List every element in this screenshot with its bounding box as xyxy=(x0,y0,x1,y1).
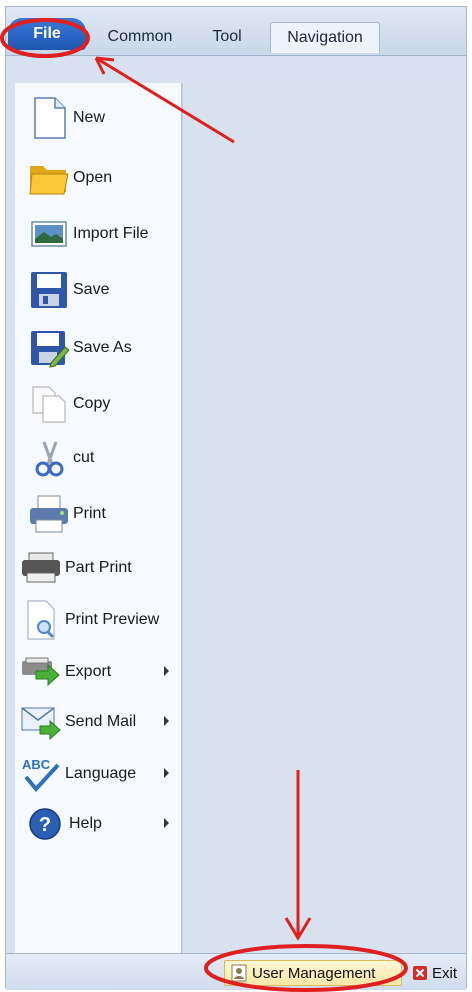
menu-item-help[interactable]: ? Help xyxy=(23,801,177,847)
application-window: File Common Tool Navigation New Open Imp… xyxy=(5,6,467,990)
menu-item-print-preview[interactable]: Print Preview xyxy=(19,597,173,643)
tab-navigation[interactable]: Navigation xyxy=(270,22,380,53)
menu-item-label: Copy xyxy=(73,395,111,412)
scissors-icon xyxy=(27,436,71,480)
menu-item-label: Print Preview xyxy=(65,611,160,628)
menu-item-export[interactable]: Export xyxy=(19,649,173,695)
menu-item-label: Language xyxy=(65,765,137,782)
menu-item-send-mail[interactable]: Send Mail xyxy=(19,699,173,745)
tab-common[interactable]: Common xyxy=(100,22,180,52)
menu-item-label: Save As xyxy=(73,339,132,356)
language-abc-icon: ABC xyxy=(19,752,63,796)
copy-icon xyxy=(27,382,71,426)
file-menu-panel: New Open Import File Save Save As Copy c… xyxy=(15,83,182,957)
menu-item-part-print[interactable]: Part Print xyxy=(19,545,173,591)
menu-item-label: Print xyxy=(73,505,106,522)
user-management-button[interactable]: User Management xyxy=(224,960,402,986)
submenu-arrow-icon xyxy=(164,768,169,778)
export-icon xyxy=(19,650,63,694)
part-print-icon xyxy=(19,546,63,590)
menu-item-label: cut xyxy=(73,449,95,466)
menu-item-print[interactable]: Print xyxy=(27,491,181,537)
menu-item-copy[interactable]: Copy xyxy=(27,381,181,427)
exit-icon xyxy=(412,965,428,981)
svg-text:ABC: ABC xyxy=(22,757,51,772)
bottom-button-bar: User Management Exit xyxy=(6,953,466,990)
new-document-icon xyxy=(27,96,71,140)
mail-icon xyxy=(19,700,63,744)
submenu-arrow-icon xyxy=(164,818,169,828)
svg-text:?: ? xyxy=(39,814,51,836)
menu-item-label: Save xyxy=(73,281,110,298)
tab-file[interactable]: File xyxy=(8,18,86,50)
import-file-icon xyxy=(27,212,71,256)
print-preview-icon xyxy=(19,598,63,642)
menu-item-cut[interactable]: cut xyxy=(27,435,181,481)
save-as-icon xyxy=(27,326,71,370)
menu-item-label: Send Mail xyxy=(65,713,137,730)
menu-item-label: Open xyxy=(73,169,113,186)
menu-item-save[interactable]: Save xyxy=(27,267,181,313)
exit-button[interactable]: Exit xyxy=(408,960,462,986)
printer-icon xyxy=(27,492,71,536)
ribbon-tab-bar: File Common Tool Navigation xyxy=(6,7,466,56)
menu-item-label: Import File xyxy=(73,225,149,242)
user-management-icon xyxy=(231,964,247,982)
tab-tool[interactable]: Tool xyxy=(202,22,252,52)
menu-item-save-as[interactable]: Save As xyxy=(27,325,181,371)
menu-item-language[interactable]: ABC Language xyxy=(19,751,173,797)
menu-item-open[interactable]: Open xyxy=(27,155,181,201)
menu-item-label: New xyxy=(73,109,106,126)
user-management-label: User Management xyxy=(252,964,376,982)
submenu-arrow-icon xyxy=(164,666,169,676)
help-icon: ? xyxy=(23,802,67,846)
folder-open-icon xyxy=(27,156,71,200)
menu-item-label: Help xyxy=(69,815,102,832)
menu-item-import-file[interactable]: Import File xyxy=(27,211,181,257)
menu-item-label: Part Print xyxy=(65,559,132,576)
exit-label: Exit xyxy=(432,964,458,982)
menu-item-new[interactable]: New xyxy=(27,95,181,141)
menu-item-label: Export xyxy=(65,663,112,680)
recent-files-panel xyxy=(182,83,463,957)
floppy-disk-icon xyxy=(27,268,71,312)
submenu-arrow-icon xyxy=(164,716,169,726)
